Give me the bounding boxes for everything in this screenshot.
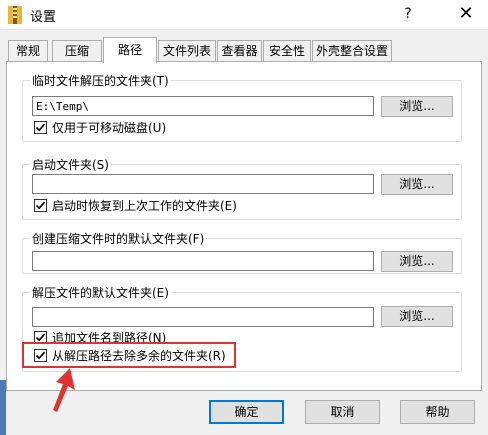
tab-security[interactable]: 安全性 xyxy=(263,40,311,62)
startup-browse-button[interactable]: 浏览... xyxy=(381,174,453,195)
startup-folder-input[interactable] xyxy=(32,174,374,194)
ok-button[interactable]: 确定 xyxy=(209,400,284,424)
startup-folder-label: 启动文件夹(S) xyxy=(30,156,111,173)
title-bar: 设置 ? ✕ xyxy=(0,0,488,30)
create-archive-folder-label: 创建压缩文件时的默认文件夹(F) xyxy=(30,230,207,247)
tab-viewer[interactable]: 查看器 xyxy=(217,40,262,62)
checkbox-checked-icon[interactable] xyxy=(34,199,47,212)
annotation-highlight-box xyxy=(22,342,236,368)
checkbox-checked-icon[interactable] xyxy=(34,121,47,134)
cancel-button[interactable]: 取消 xyxy=(305,400,380,424)
tab-paths[interactable]: 路径 xyxy=(103,37,157,63)
window-title: 设置 xyxy=(30,10,57,25)
tab-compression[interactable]: 压缩 xyxy=(52,40,102,62)
tab-file-list[interactable]: 文件列表 xyxy=(158,40,216,62)
create-archive-folder-input[interactable] xyxy=(32,251,374,271)
tab-general[interactable]: 常规 xyxy=(8,40,48,62)
restore-last-folder-checkbox[interactable]: 启动时恢复到上次工作的文件夹(E) xyxy=(34,198,294,214)
extract-browse-button[interactable]: 浏览... xyxy=(381,306,453,327)
temp-folder-label: 临时文件解压的文件夹(T) xyxy=(30,72,171,89)
annotation-arrow-icon xyxy=(53,368,75,412)
temp-browse-button[interactable]: 浏览... xyxy=(381,96,453,117)
restore-last-folder-label: 启动时恢复到上次工作的文件夹(E) xyxy=(52,199,237,213)
removable-only-label: 仅用于可移动磁盘(U) xyxy=(52,121,167,135)
tab-shell-integration[interactable]: 外壳整合设置 xyxy=(312,40,392,62)
extract-folder-input[interactable] xyxy=(32,307,374,327)
extract-folder-label: 解压文件的默认文件夹(E) xyxy=(30,284,171,301)
removable-only-checkbox[interactable]: 仅用于可移动磁盘(U) xyxy=(34,120,234,136)
help-button[interactable]: 帮助 xyxy=(400,400,475,424)
close-icon[interactable]: ✕ xyxy=(448,2,484,26)
create-browse-button[interactable]: 浏览... xyxy=(381,251,453,272)
temp-folder-input[interactable]: E:\Temp\ xyxy=(32,96,374,116)
background-window-edge xyxy=(0,380,6,435)
help-title-button[interactable]: ? xyxy=(398,4,418,24)
archive-app-icon xyxy=(8,6,22,24)
